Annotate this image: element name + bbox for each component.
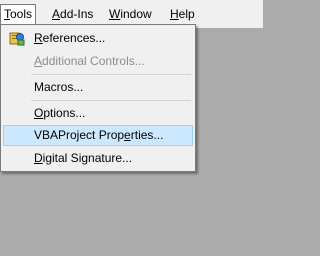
menu-item-digital-signature[interactable]: Digital Signature... xyxy=(3,148,193,169)
menu-item-vbaproject-properties[interactable]: VBAProject Properties... xyxy=(3,125,193,146)
menu-item-macros[interactable]: Macros... xyxy=(3,77,193,98)
menu-item-options[interactable]: Options... xyxy=(3,103,193,124)
menu-item-additional-controls: Additional Controls... xyxy=(34,54,145,68)
menu-window[interactable]: Window xyxy=(105,4,156,24)
menu-tools[interactable]: Tools xyxy=(0,4,37,24)
references-icon xyxy=(9,31,25,46)
menu-separator xyxy=(31,74,191,75)
tools-dropdown-menu: References... Additional Controls... Mac… xyxy=(0,24,196,172)
menu-add-ins[interactable]: Add-Ins xyxy=(48,4,97,24)
menu-separator xyxy=(31,100,191,101)
menu-item-references[interactable]: References... xyxy=(3,28,193,49)
menu-help[interactable]: Help xyxy=(166,4,199,24)
